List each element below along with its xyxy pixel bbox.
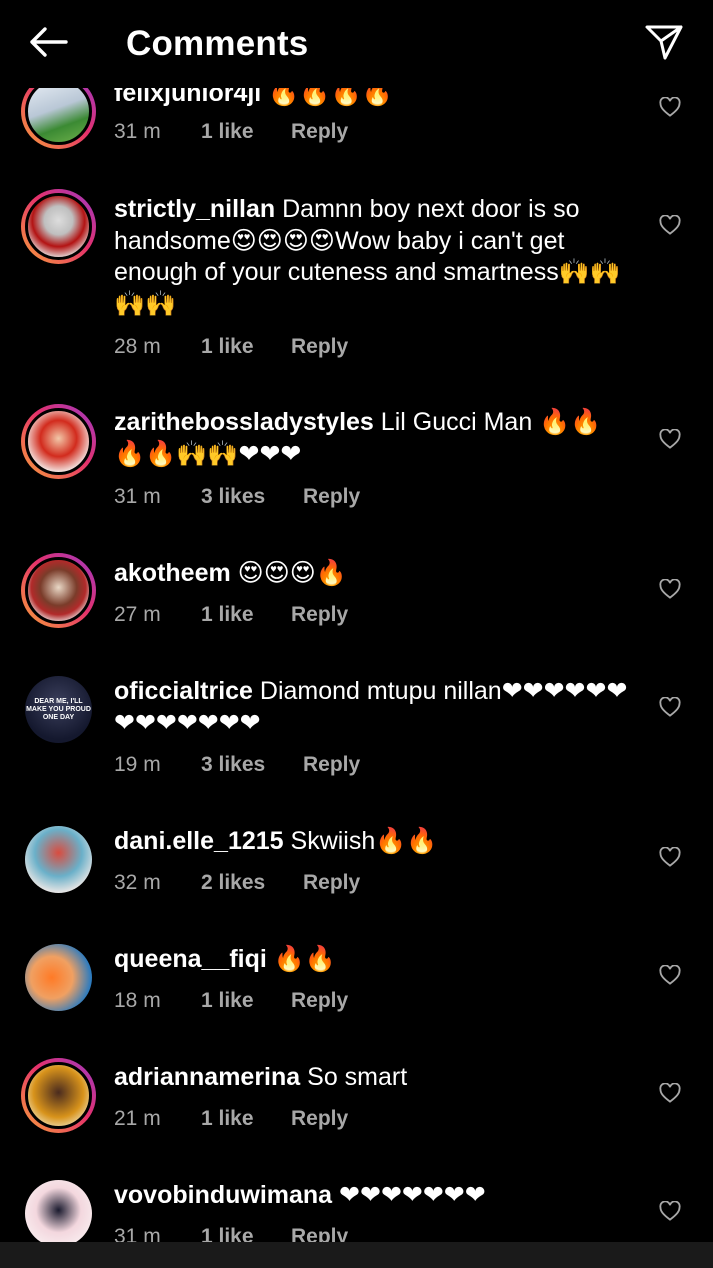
comment-text: So smart xyxy=(307,1063,408,1091)
comment-likes[interactable]: 1 like xyxy=(201,335,291,359)
comment-time: 19 m xyxy=(114,753,161,776)
avatar[interactable] xyxy=(25,944,92,1011)
like-heart-icon[interactable] xyxy=(656,93,684,121)
comment-body: queena__fiqi 🔥🔥 xyxy=(114,944,634,976)
paper-plane-icon xyxy=(645,25,683,60)
share-button[interactable] xyxy=(638,20,690,64)
avatar[interactable] xyxy=(21,189,96,264)
avatar-caption: DEAR ME, I'LL MAKE YOU PROUD ONE DAY xyxy=(26,697,91,721)
comment-likes[interactable]: 3 likes xyxy=(201,753,303,777)
comment-text: Skwiish🔥🔥 xyxy=(290,827,438,855)
comment-time: 18 m xyxy=(114,989,161,1012)
comments-list[interactable]: felixjunior4ji 🔥🔥🔥🔥 31 m 1 like Reply st… xyxy=(0,0,713,1268)
comment-body: akotheem 😍😍😍🔥 xyxy=(114,558,634,590)
comment-body: dani.elle_1215 Skwiish🔥🔥 xyxy=(114,826,634,858)
comment-username[interactable]: zarithebossladystyles xyxy=(114,408,374,436)
comment-time: 31 m xyxy=(114,120,161,143)
comment-likes[interactable]: 1 like xyxy=(201,989,291,1013)
comment-time: 21 m xyxy=(114,1107,161,1130)
comment-body: strictly_nillan Damnn boy next door is s… xyxy=(114,194,634,320)
comment-likes[interactable]: 1 like xyxy=(201,120,291,144)
comment-body: vovobinduwimana ❤❤❤❤❤❤❤ xyxy=(114,1180,634,1212)
comment-username[interactable]: queena__fiqi xyxy=(114,945,267,973)
comment-meta: 32 m 2 likes Reply xyxy=(114,868,360,898)
like-heart-icon[interactable] xyxy=(656,211,684,239)
reply-button[interactable]: Reply xyxy=(291,1107,348,1131)
reply-button[interactable]: Reply xyxy=(291,335,348,359)
comment-username[interactable]: adriannamerina xyxy=(114,1063,300,1091)
like-heart-icon[interactable] xyxy=(656,693,684,721)
comment-time: 31 m xyxy=(114,485,161,508)
comment-time: 28 m xyxy=(114,335,161,358)
reply-button[interactable]: Reply xyxy=(303,753,360,777)
arrow-left-icon xyxy=(30,27,68,57)
avatar[interactable] xyxy=(21,553,96,628)
comment-likes[interactable]: 1 like xyxy=(201,1107,291,1131)
comment-username[interactable]: vovobinduwimana xyxy=(114,1181,332,1209)
comment-text: 🔥🔥 xyxy=(273,945,337,973)
comment-username[interactable]: strictly_nillan xyxy=(114,195,275,223)
comment-text: ❤❤❤❤❤❤❤ xyxy=(339,1181,486,1209)
comment-body: oficcialtrice Diamond mtupu nillan❤❤❤❤❤❤… xyxy=(114,676,629,739)
like-heart-icon[interactable] xyxy=(656,1079,684,1107)
comment-likes[interactable]: 1 like xyxy=(201,603,291,627)
comment-body: adriannamerina So smart xyxy=(114,1062,634,1094)
comment-meta: 18 m 1 like Reply xyxy=(114,986,348,1016)
comment-username[interactable]: akotheem xyxy=(114,559,231,587)
like-heart-icon[interactable] xyxy=(656,425,684,453)
avatar[interactable] xyxy=(25,1180,92,1247)
page-title: Comments xyxy=(126,24,309,63)
reply-button[interactable]: Reply xyxy=(303,871,360,895)
comment-text: 😍😍😍🔥 xyxy=(237,559,347,587)
comment-time: 27 m xyxy=(114,603,161,626)
avatar[interactable] xyxy=(21,404,96,479)
comment-meta: 28 m 1 like Reply xyxy=(114,332,348,362)
comment-meta: 31 m 3 likes Reply xyxy=(114,482,360,512)
avatar[interactable] xyxy=(25,826,92,893)
comment-username[interactable]: oficcialtrice xyxy=(114,677,253,705)
avatar[interactable]: DEAR ME, I'LL MAKE YOU PROUD ONE DAY xyxy=(25,676,92,743)
header-bar: Comments xyxy=(0,0,713,88)
avatar[interactable] xyxy=(21,1058,96,1133)
comment-username[interactable]: dani.elle_1215 xyxy=(114,827,284,855)
back-button[interactable] xyxy=(22,20,74,64)
like-heart-icon[interactable] xyxy=(656,961,684,989)
comment-body: zarithebossladystyles Lil Gucci Man 🔥🔥🔥🔥… xyxy=(114,407,624,470)
comment-likes[interactable]: 2 likes xyxy=(201,871,303,895)
comment-meta: 31 m 1 like Reply xyxy=(114,117,348,147)
reply-button[interactable]: Reply xyxy=(291,989,348,1013)
comment-meta: 27 m 1 like Reply xyxy=(114,600,348,630)
like-heart-icon[interactable] xyxy=(656,575,684,603)
like-heart-icon[interactable] xyxy=(656,843,684,871)
reply-button[interactable]: Reply xyxy=(291,603,348,627)
comment-meta: 19 m 3 likes Reply xyxy=(114,750,360,780)
comment-time: 32 m xyxy=(114,871,161,894)
emoji-bar xyxy=(0,1242,713,1268)
comment-likes[interactable]: 3 likes xyxy=(201,485,303,509)
comment-meta: 21 m 1 like Reply xyxy=(114,1104,348,1134)
like-heart-icon[interactable] xyxy=(656,1197,684,1225)
reply-button[interactable]: Reply xyxy=(291,120,348,144)
reply-button[interactable]: Reply xyxy=(303,485,360,509)
